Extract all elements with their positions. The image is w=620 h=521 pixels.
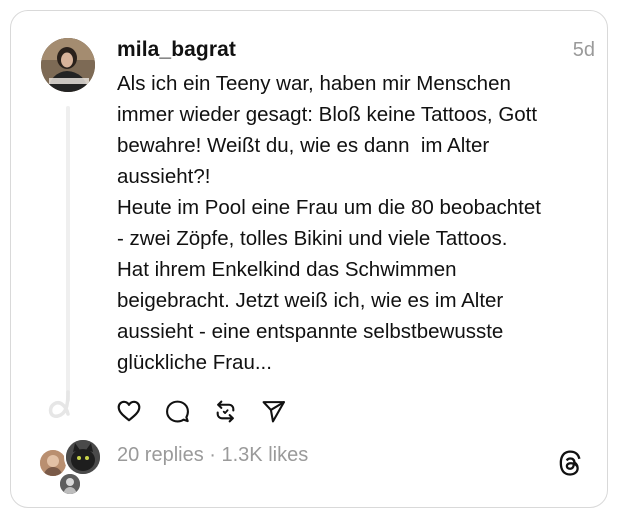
username[interactable]: mila_bagrat [117, 38, 236, 62]
post-text-line: - zwei Zöpfe, tolles Bikini und viele Ta… [117, 227, 508, 250]
reply-avatar [58, 472, 82, 496]
repost-icon [216, 400, 234, 422]
post-text-line: glückliche Frau... [117, 351, 272, 374]
post-stats[interactable]: 20 replies · 1.3K likes [117, 444, 308, 467]
post-text-line: beigebracht. Jetzt weiß ich, wie es im A… [117, 289, 504, 312]
post-text-line: Heute im Pool eine Frau um die 80 beobac… [117, 196, 541, 219]
timestamp: 5d [572, 39, 595, 61]
thread-line [66, 106, 70, 402]
post-text-line: aussieht - eine entspannte selbstbewusst… [117, 320, 504, 343]
like-button[interactable] [115, 397, 143, 425]
send-icon [262, 400, 285, 422]
repost-button[interactable] [211, 397, 239, 425]
thread-loop-icon [48, 390, 70, 418]
reply-button[interactable] [163, 397, 191, 425]
post-text-line: immer wieder gesagt: Bloß keine Tattoos,… [117, 103, 538, 126]
heart-icon [117, 400, 141, 422]
share-button[interactable] [259, 397, 287, 425]
post-text-line: Hat ihrem Enkelkind das Schwimmen [117, 258, 457, 281]
avatar[interactable] [41, 38, 95, 92]
reply-avatar [64, 438, 102, 476]
speech-bubble-icon [165, 400, 189, 422]
post-text-line: Als ich ein Teeny war, haben mir Mensche… [117, 72, 511, 95]
post-text: Als ich ein Teeny war, haben mir Mensche… [117, 68, 597, 378]
threads-logo-icon [559, 450, 581, 476]
post-text-line: bewahre! Weißt du, wie es dann im Alter [117, 134, 490, 157]
post-text-line: aussieht?! [117, 165, 211, 188]
